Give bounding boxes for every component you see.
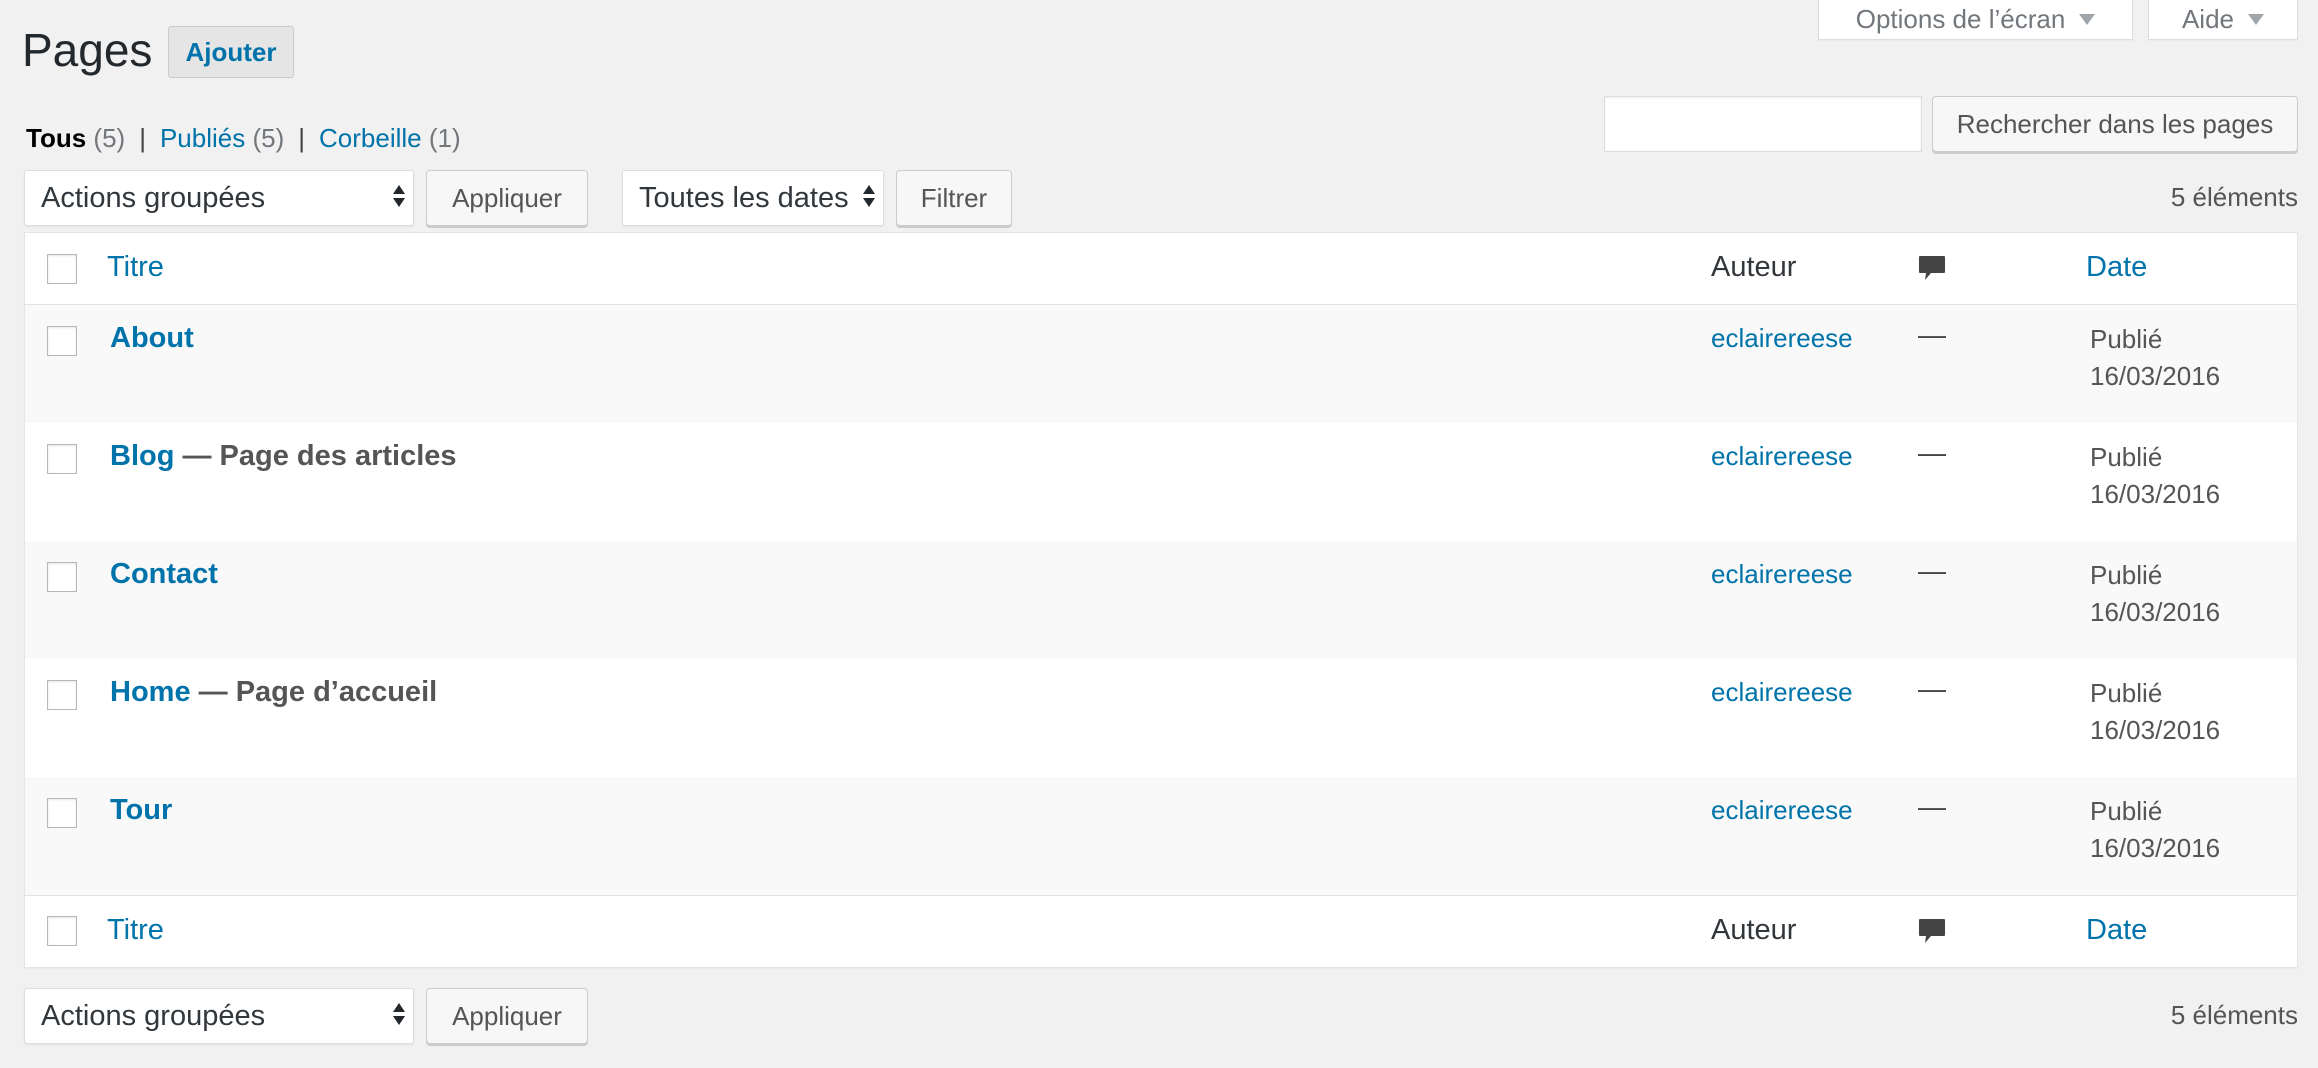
table-row: About eclairereese — Publié 16/03/2016 — [25, 305, 2297, 423]
help-label: Aide — [2181, 4, 2235, 34]
comments-count: — — [1918, 319, 1946, 350]
table-footer: Titre Auteur Date — [25, 895, 2297, 967]
comment-bubble-icon[interactable] — [1918, 918, 1946, 944]
select-arrows-icon — [863, 185, 875, 207]
row-title-link[interactable]: Tour — [110, 794, 172, 826]
date-cell: Publié 16/03/2016 — [2090, 557, 2220, 631]
items-count-top: 5 éléments — [2170, 182, 2298, 212]
row-checkbox[interactable] — [47, 444, 77, 474]
filter-all[interactable]: Tous (5) — [26, 123, 125, 153]
bulk-actions-value: Actions groupées — [41, 999, 266, 1032]
column-title-sort-footer[interactable]: Titre — [107, 914, 164, 947]
date-cell: Publié 16/03/2016 — [2090, 439, 2220, 513]
select-all-checkbox-footer[interactable] — [47, 916, 77, 946]
filter-separator: | — [298, 123, 306, 153]
row-checkbox[interactable] — [47, 798, 77, 828]
row-checkbox[interactable] — [47, 680, 77, 710]
row-title-link[interactable]: About — [110, 322, 194, 354]
publish-date: 16/03/2016 — [2090, 597, 2221, 627]
bulk-actions-select[interactable]: Actions groupées — [24, 170, 414, 226]
publish-status: Publié — [2090, 560, 2163, 590]
add-new-button[interactable]: Ajouter — [168, 26, 294, 78]
caret-down-icon — [2248, 14, 2265, 25]
table-header: Titre Auteur Date — [25, 233, 2297, 305]
search-pages-button[interactable]: Rechercher dans les pages — [1932, 96, 2298, 152]
date-cell: Publié 16/03/2016 — [2090, 321, 2220, 395]
author-link[interactable]: eclairereese — [1711, 323, 1853, 354]
publish-date: 16/03/2016 — [2090, 479, 2221, 509]
select-arrows-icon — [393, 185, 405, 207]
publish-status: Publié — [2090, 442, 2163, 472]
page-title-link: Home — Page d’accueil — [110, 676, 437, 709]
author-link[interactable]: eclairereese — [1711, 795, 1853, 826]
page-title-link: Blog — Page des articles — [110, 440, 457, 473]
apply-button[interactable]: Appliquer — [426, 170, 588, 226]
publish-status: Publié — [2090, 678, 2163, 708]
author-link[interactable]: eclairereese — [1711, 559, 1853, 590]
filter-separator: | — [139, 123, 146, 153]
post-state: — Page des articles — [174, 440, 457, 472]
page-title-link: Contact — [110, 558, 218, 591]
table-row: Blog — Page des articles eclairereese — … — [25, 423, 2297, 541]
row-title-link[interactable]: Contact — [110, 558, 218, 590]
page-title-link: About — [110, 322, 194, 355]
publish-date: 16/03/2016 — [2090, 361, 2221, 391]
help-button[interactable]: Aide — [2148, 0, 2298, 40]
filter-trash[interactable]: Corbeille (1) — [319, 123, 461, 153]
publish-date: 16/03/2016 — [2090, 715, 2221, 745]
status-filters: Tous (5) | Publiés (5) | Corbeille (1) — [26, 120, 461, 156]
column-author: Auteur — [1711, 251, 1797, 283]
pages-table: Titre Auteur Date About eclairereese — P… — [24, 232, 2298, 968]
row-checkbox[interactable] — [47, 326, 77, 356]
row-title-link[interactable]: Blog — [110, 440, 174, 472]
column-date-sort-footer[interactable]: Date — [2086, 914, 2147, 947]
dates-value: Toutes les dates — [639, 181, 849, 214]
publish-status: Publié — [2090, 324, 2163, 354]
screen-options-label: Options de l’écran — [1855, 4, 2066, 34]
table-row: Tour eclairereese — Publié 16/03/2016 — [25, 777, 2297, 895]
page-title-link: Tour — [110, 794, 172, 827]
comments-count: — — [1918, 555, 1946, 586]
table-row: Home — Page d’accueil eclairereese — Pub… — [25, 659, 2297, 777]
bulk-actions-select-bottom[interactable]: Actions groupées — [24, 988, 414, 1044]
filter-published[interactable]: Publiés (5) — [160, 123, 284, 153]
table-row: Contact eclairereese — Publié 16/03/2016 — [25, 541, 2297, 659]
row-checkbox[interactable] — [47, 562, 77, 592]
filter-button[interactable]: Filtrer — [896, 170, 1012, 226]
page-title: Pages — [22, 24, 153, 76]
comments-count: — — [1918, 437, 1946, 468]
publish-date: 16/03/2016 — [2090, 833, 2221, 863]
comments-count: — — [1918, 673, 1946, 704]
items-count-bottom: 5 éléments — [2170, 1000, 2298, 1030]
search-input[interactable] — [1604, 96, 1922, 152]
column-date-sort[interactable]: Date — [2086, 251, 2147, 284]
select-all-checkbox[interactable] — [47, 254, 77, 284]
row-title-link[interactable]: Home — [110, 676, 191, 708]
publish-status: Publié — [2090, 796, 2163, 826]
comment-bubble-icon[interactable] — [1918, 255, 1946, 281]
comments-count: — — [1918, 791, 1946, 822]
author-link[interactable]: eclairereese — [1711, 441, 1853, 472]
author-link[interactable]: eclairereese — [1711, 677, 1853, 708]
bulk-actions-value: Actions groupées — [41, 181, 266, 214]
apply-button-bottom[interactable]: Appliquer — [426, 988, 588, 1044]
post-state: — Page d’accueil — [190, 676, 438, 708]
dates-select[interactable]: Toutes les dates — [622, 170, 884, 226]
column-title-sort[interactable]: Titre — [107, 251, 164, 284]
caret-down-icon — [2079, 14, 2096, 25]
column-author-footer: Auteur — [1711, 914, 1797, 946]
date-cell: Publié 16/03/2016 — [2090, 793, 2220, 867]
screen-options-button[interactable]: Options de l’écran — [1818, 0, 2133, 40]
date-cell: Publié 16/03/2016 — [2090, 675, 2220, 749]
select-arrows-icon — [393, 1003, 405, 1025]
